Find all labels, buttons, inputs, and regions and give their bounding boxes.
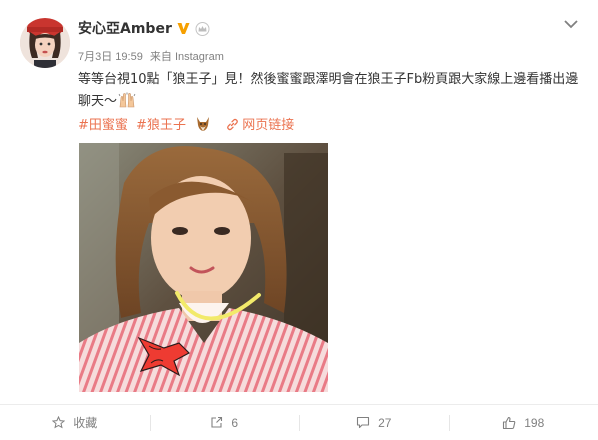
link-icon <box>227 118 239 131</box>
web-link-label: 网页链接 <box>242 118 295 133</box>
post-body: 等等台視10點「狼王子」見！然後蜜蜜跟澤明會在狼王子Fb粉頁跟大家線上邊看播出邊… <box>78 72 579 109</box>
web-link[interactable]: 网页链接 <box>226 118 294 133</box>
repost-count: 6 <box>231 415 239 430</box>
repost-icon <box>211 416 223 428</box>
star-icon <box>52 416 66 429</box>
hashtag-tian-mi-mi[interactable]: #田蜜蜜 <box>78 118 128 133</box>
like-count: 198 <box>524 415 545 430</box>
wolf-emoji <box>197 117 210 131</box>
favorite-label: 收藏 <box>73 416 98 430</box>
post-source: 来自 Instagram <box>149 51 224 63</box>
weibo-post-card: 安心亞Amber 7月3日 19:59 来自 Instagram 等等台視10點… <box>0 0 598 440</box>
hashtag-wolf-prince[interactable]: #狼王子 <box>136 118 186 133</box>
like-button[interactable]: 198 <box>448 405 598 440</box>
raised-hands-emoji <box>118 92 136 108</box>
post-image[interactable] <box>79 143 328 392</box>
verified-icon <box>177 23 190 34</box>
user-name[interactable]: 安心亞Amber <box>78 20 172 38</box>
avatar[interactable] <box>20 18 70 68</box>
comment-button[interactable]: 27 <box>299 405 449 440</box>
post-text: 等等台視10點「狼王子」見！然後蜜蜜跟澤明會在狼王子Fb粉頁跟大家線上邊看播出邊… <box>78 69 588 113</box>
post-time[interactable]: 7月3日 19:59 <box>78 51 143 63</box>
post-meta: 7月3日 19:59 来自 Instagram <box>78 50 224 64</box>
comment-count: 27 <box>378 415 392 430</box>
comment-icon <box>357 416 370 429</box>
chevron-down-icon[interactable] <box>563 18 579 30</box>
crown-icon[interactable] <box>195 22 210 36</box>
thumbs-up-icon <box>503 416 516 429</box>
repost-button[interactable]: 6 <box>149 405 300 440</box>
favorite-button[interactable]: 收藏 <box>0 405 150 440</box>
post-tags: #田蜜蜜 #狼王子 网页链接 <box>78 115 294 137</box>
action-bar: 收藏 6 27 198 <box>0 405 598 440</box>
